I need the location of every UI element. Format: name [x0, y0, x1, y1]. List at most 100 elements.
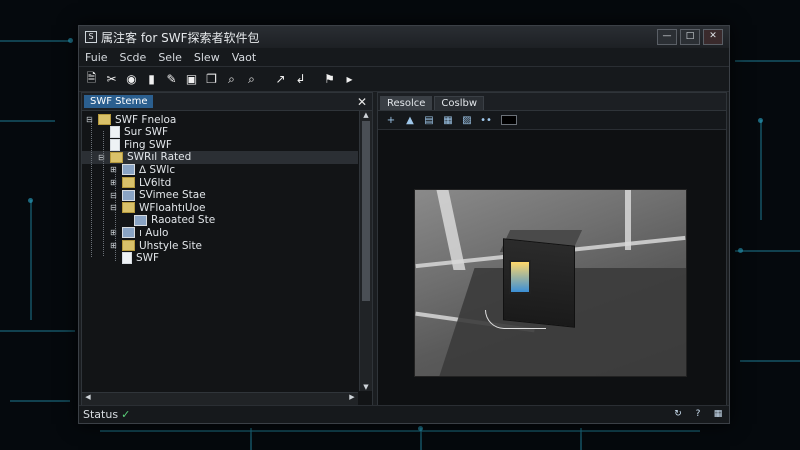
scroll-right-icon[interactable]: ▶	[346, 393, 358, 401]
title-bar: S 属注客 for SWF探索者软件包 — □ ✕	[79, 26, 729, 48]
tree-guide-line	[103, 131, 104, 256]
sym-icon	[122, 164, 135, 176]
tree-item[interactable]: ⊞ ı Aulo	[110, 226, 168, 239]
resource-toolbar: + ▲ ▤ ▦ ▨ ••	[378, 111, 726, 130]
tree-item-label: SWF	[136, 252, 160, 265]
tree-item[interactable]: ⊟ SWRıl Rated	[82, 150, 358, 164]
import-icon[interactable]: ↲	[292, 71, 309, 88]
panel-header: SWF Steme ✕	[82, 93, 372, 111]
tree-item[interactable]: ⊞ LV6ltd	[110, 176, 171, 189]
image-preview	[414, 189, 687, 377]
print-icon[interactable]: ▦	[441, 113, 455, 127]
swf-tree-panel: SWF Steme ✕ ⊟ SWF Fneloa Sur SWF Fing SWF ⊟ S…	[81, 92, 373, 406]
horizontal-scrollbar[interactable]: ◀ ▶	[82, 392, 358, 405]
sym-icon	[122, 189, 135, 201]
tree-item[interactable]: ⊞ ∆ SWlc	[110, 163, 175, 176]
status-icons: ↻? ▦	[665, 409, 725, 420]
tree-guide-line	[91, 117, 92, 257]
swf-tree: ⊟ SWF Fneloa Sur SWF Fing SWF ⊟ SWRıl Rated ⊞ ∆…	[82, 111, 358, 391]
status-text: Status	[83, 408, 119, 421]
menu-item-0[interactable]: Fuie	[85, 51, 108, 64]
shapes-icon[interactable]: ▣	[183, 71, 200, 88]
doc-icon[interactable]: ▤	[422, 113, 436, 127]
scroll-down-icon[interactable]: ▼	[360, 383, 372, 391]
grid-icon[interactable]: ▦	[711, 409, 725, 420]
play-icon[interactable]: ▸	[341, 71, 358, 88]
folder-icon	[110, 151, 123, 163]
tree-guide-line	[115, 171, 116, 261]
add-icon[interactable]: +	[384, 113, 398, 127]
tree-item[interactable]: ⊟ SWF Fneloa	[86, 113, 176, 126]
folder-icon	[122, 177, 135, 188]
status-bar: Status ✓ ↻? ▦	[79, 405, 729, 423]
sym-icon	[134, 214, 147, 226]
tree-item-label: SWRıl Rated	[127, 151, 192, 164]
menu-bar: Fuie Scde Sele Slew Vaot	[79, 48, 729, 67]
tree-item-label: WFloahtıUoe	[139, 201, 206, 214]
flag-icon[interactable]: ⚑	[321, 71, 338, 88]
scroll-thumb[interactable]	[362, 121, 370, 301]
file-icon	[110, 138, 120, 151]
tree-item[interactable]: Fing SWF	[98, 138, 172, 151]
window-title: 属注客 for SWF探索者软件包	[101, 30, 260, 45]
tree-item[interactable]: Sur SWF	[98, 126, 168, 139]
minimize-button[interactable]: —	[657, 29, 677, 45]
tree-item[interactable]: SWF	[110, 252, 159, 265]
pencil-icon[interactable]: ✎	[163, 71, 180, 88]
scroll-left-icon[interactable]: ◀	[82, 393, 94, 401]
vertical-scrollbar[interactable]: ▲ ▼	[359, 111, 372, 391]
tree-item-label: Fing SWF	[124, 138, 172, 151]
tree-item-label: SWF Fneloa	[115, 113, 177, 126]
zoom-in-icon[interactable]: ⌕	[223, 71, 240, 88]
resource-panel: Resolce Coslbw + ▲ ▤ ▦ ▨ ••	[377, 92, 727, 406]
toolbar-separator	[312, 71, 318, 88]
color-swatch[interactable]	[501, 115, 517, 125]
app-window: S 属注客 for SWF探索者软件包 — □ ✕ Fuie Scde Sele Sl…	[78, 25, 730, 424]
toolbar-separator	[263, 71, 269, 88]
layers-icon[interactable]: ▨	[460, 113, 474, 127]
tree-item[interactable]: ⊟ WFloahtıUoe	[110, 201, 205, 214]
maximize-button[interactable]: □	[680, 29, 700, 45]
menu-item-3[interactable]: Slew	[194, 51, 220, 64]
zoom-out-icon[interactable]: ⌕	[243, 71, 260, 88]
file-icon	[110, 126, 120, 139]
menu-item-4[interactable]: Vaot	[232, 51, 256, 64]
menu-item-2[interactable]: Sele	[158, 51, 182, 64]
tree-item-label: SVimee Stae	[139, 189, 206, 202]
tree-item[interactable]: ⊞ Uhstyle Site	[110, 239, 202, 252]
app-icon: S	[85, 31, 97, 43]
scissors-icon[interactable]: ✂	[103, 71, 120, 88]
folder-icon	[98, 114, 111, 125]
dots-icon[interactable]: ••	[479, 113, 493, 127]
copy-icon[interactable]: ❐	[203, 71, 220, 88]
sym-icon	[122, 227, 135, 239]
export-icon[interactable]: ↗	[272, 71, 289, 88]
eraser-icon[interactable]: ▮	[143, 71, 160, 88]
help-icon[interactable]: ?	[691, 409, 705, 420]
up-icon[interactable]: ▲	[403, 113, 417, 127]
tree-item-label: Uhstyle Site	[139, 239, 203, 252]
file-icon	[122, 252, 132, 265]
tree-item-label: Sur SWF	[124, 126, 169, 139]
tree-item-label: ∆ SWlc	[139, 163, 176, 176]
tree-item-label: LV6ltd	[139, 176, 172, 189]
resource-tabs: Resolce Coslbw	[378, 93, 726, 111]
panel-close-icon[interactable]: ✕	[357, 95, 367, 109]
folder-icon	[122, 240, 135, 251]
main-toolbar: 🗎 ✂ ◉ ▮ ✎ ▣ ❐ ⌕ ⌕ ↗ ↲ ⚑ ▸	[79, 67, 729, 92]
tab-swf-steme[interactable]: SWF Steme	[84, 95, 154, 108]
status-ok-icon: ✓	[121, 408, 131, 421]
new-file-icon[interactable]: 🗎	[83, 71, 100, 88]
menu-item-1[interactable]: Scde	[120, 51, 147, 64]
tab-resolce[interactable]: Resolce	[380, 96, 433, 110]
close-button[interactable]: ✕	[703, 29, 723, 45]
folder-icon	[122, 202, 135, 214]
tab-coslbw[interactable]: Coslbw	[434, 96, 485, 110]
tree-item-label: Raoated Ste	[151, 214, 216, 227]
tree-item[interactable]: Raoated Ste	[122, 214, 215, 227]
tree-item[interactable]: ⊟ SVimee Stae	[110, 189, 206, 202]
paint-icon[interactable]: ◉	[123, 71, 140, 88]
scroll-up-icon[interactable]: ▲	[360, 111, 372, 119]
refresh-icon[interactable]: ↻	[671, 409, 685, 420]
tree-item-label: ı Aulo	[139, 226, 169, 239]
